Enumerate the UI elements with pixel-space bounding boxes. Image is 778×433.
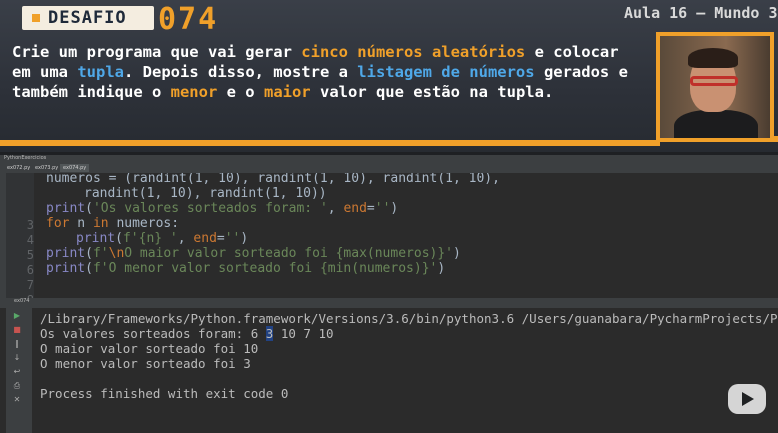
wrap-icon[interactable]: ↩ bbox=[13, 368, 21, 376]
run-toolbar: ▶ ■ ‖ ↓ ↩ ⎙ ✕ bbox=[6, 308, 32, 433]
code-line: print(f'O menor valor sorteado foi {min(… bbox=[46, 261, 446, 276]
line-number: 7 bbox=[26, 278, 34, 292]
presenter-webcam bbox=[656, 32, 774, 142]
desafio-tag: DESAFIO bbox=[22, 6, 154, 30]
code-line: print(f'\nO maior valor sorteado foi {ma… bbox=[46, 246, 461, 261]
line-number: 5 bbox=[26, 248, 34, 262]
code-line: numeros = (randint(1, 10), randint(1, 10… bbox=[46, 173, 500, 186]
run-panel-header: ex074 bbox=[0, 298, 778, 308]
console-output-line: O maior valor sorteado foi 10 bbox=[40, 341, 259, 356]
tab-ex074[interactable]: ex074.py bbox=[60, 164, 90, 172]
line-gutter: 3 4 5 6 7 8 bbox=[6, 173, 34, 307]
desafio-label: DESAFIO bbox=[48, 8, 127, 28]
project-breadcrumb: PythonExercicios bbox=[0, 155, 778, 163]
run-tab[interactable]: ex074 bbox=[14, 298, 30, 304]
code-line: print('Os valores sorteados foram: ', en… bbox=[46, 201, 399, 216]
youtube-logo-icon bbox=[728, 384, 766, 414]
challenge-number: 074 bbox=[158, 2, 219, 37]
console-output-line: O menor valor sorteado foi 3 bbox=[40, 356, 251, 371]
line-number: 6 bbox=[26, 263, 34, 277]
code-editor[interactable]: numeros = (randint(1, 10), randint(1, 10… bbox=[34, 173, 778, 303]
print-icon[interactable]: ⎙ bbox=[13, 382, 21, 390]
code-line: for n in numeros: bbox=[46, 216, 180, 231]
console-output-line: Os valores sorteados foram: 6 3 10 7 10 bbox=[40, 326, 334, 341]
stop-icon[interactable]: ■ bbox=[13, 326, 21, 334]
lesson-label: Aula 16 – Mundo 3 bbox=[624, 4, 778, 22]
tab-ex073[interactable]: ex073.py bbox=[32, 164, 61, 172]
console-command: /Library/Frameworks/Python.framework/Ver… bbox=[40, 311, 778, 326]
console-exit-line: Process finished with exit code 0 bbox=[40, 386, 289, 401]
run-console[interactable]: /Library/Frameworks/Python.framework/Ver… bbox=[32, 308, 778, 433]
code-line: randint(1, 10), randint(1, 10)) bbox=[84, 186, 327, 201]
pycharm-ide: PythonExercicios ex072.py ex073.py ex074… bbox=[0, 155, 778, 433]
accent-divider bbox=[0, 140, 660, 146]
tab-ex072[interactable]: ex072.py bbox=[4, 164, 33, 172]
rerun-icon[interactable]: ▶ bbox=[13, 312, 21, 320]
tag-dot bbox=[32, 14, 40, 22]
code-line: print(f'{n} ', end='') bbox=[76, 231, 249, 246]
trash-icon[interactable]: ✕ bbox=[13, 396, 21, 404]
pause-icon[interactable]: ‖ bbox=[13, 340, 21, 348]
challenge-description: Crie um programa que vai gerar cinco núm… bbox=[12, 43, 628, 101]
line-number: 3 bbox=[26, 218, 34, 232]
scroll-end-icon[interactable]: ↓ bbox=[13, 354, 21, 362]
line-number: 4 bbox=[26, 233, 34, 247]
